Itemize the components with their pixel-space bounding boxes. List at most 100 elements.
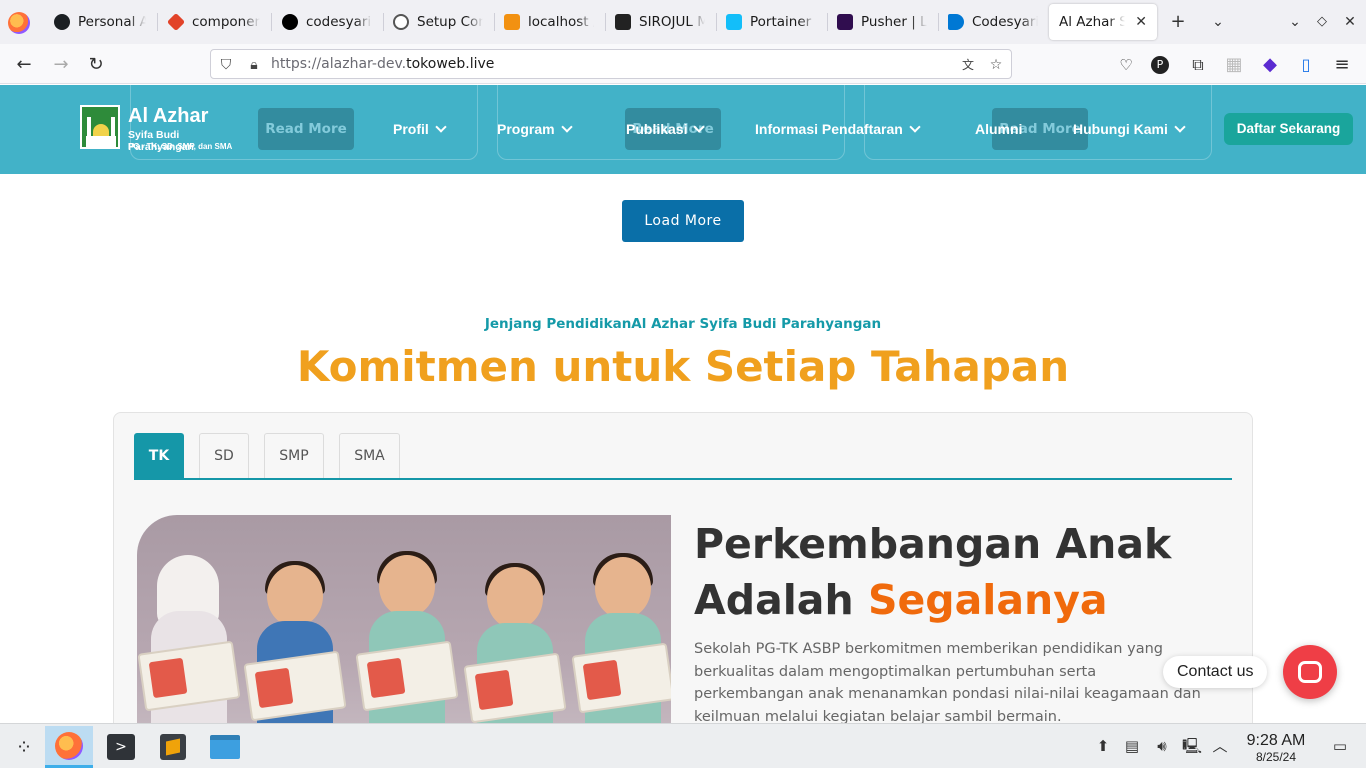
system-clock[interactable]: 9:28 AM 8/25/24 — [1240, 732, 1312, 764]
pusher-icon — [837, 14, 853, 30]
list-all-tabs-icon[interactable]: ⌄ — [1208, 12, 1228, 32]
nav-hubungi-kami[interactable]: Hubungi Kami — [1073, 121, 1187, 137]
nav-label: Hubungi Kami — [1073, 121, 1168, 137]
browser-tab[interactable]: Setup Cont — [383, 4, 493, 40]
tab-label: Pusher | L — [861, 14, 927, 30]
site-header: Read More Read More Read More Al Azhar S… — [0, 85, 1366, 174]
browser-tab-strip: Personal A componen codesyaria Setup Con… — [0, 0, 1366, 44]
section-eyebrow: Jenjang PendidikanAl Azhar Syifa Budi Pa… — [484, 316, 882, 332]
network-icon[interactable]: 🖳︎ — [1182, 736, 1202, 756]
application-launcher-icon[interactable]: ⁘ — [0, 726, 48, 768]
browser-tab[interactable]: Pusher | L — [827, 4, 937, 40]
feature-title-line1: Perkembangan Anak — [694, 520, 1172, 568]
tab-sma[interactable]: SMA — [339, 433, 400, 478]
firefox-icon[interactable] — [45, 726, 93, 768]
terminal-icon[interactable]: > — [97, 726, 145, 768]
ghost-read-more-button[interactable]: Read More — [258, 108, 354, 150]
web-page: Read More Read More Read More Al Azhar S… — [0, 85, 1366, 723]
firefox-view-icon[interactable] — [8, 12, 30, 34]
browser-tab[interactable]: codesyaria — [272, 4, 382, 40]
nav-publikasi[interactable]: Publikasi — [626, 121, 706, 137]
nav-label: Informasi Pendaftaran — [755, 121, 903, 137]
address-bar[interactable]: ⛉ 🔒︎ https://alazhar-dev.tokoweb.live 文 … — [210, 49, 1012, 79]
tab-label: Codesyaria — [972, 14, 1038, 30]
sublime-text-icon[interactable] — [149, 726, 197, 768]
tab-label: codesyaria — [306, 14, 372, 30]
contact-us-label[interactable]: Contact us — [1163, 656, 1268, 688]
portainer-icon — [726, 14, 742, 30]
hamburger-menu-icon[interactable]: ≡ — [1331, 54, 1353, 76]
minimize-window-icon[interactable]: ⌄ — [1285, 12, 1305, 32]
padlock-icon[interactable]: 🔒︎ — [245, 56, 263, 74]
education-level-panel: TK SD SMP SMA Perkembangan Anak Adalah S… — [113, 412, 1253, 723]
restore-window-icon[interactable]: ◇ — [1312, 12, 1332, 32]
url-text[interactable]: https://alazhar-dev.tokoweb.live — [271, 56, 494, 72]
nav-informasi-pendaftaran[interactable]: Informasi Pendaftaran — [755, 121, 922, 137]
forward-arrow-icon[interactable]: → — [50, 54, 72, 76]
tracking-shield-icon[interactable]: ⛉ — [217, 56, 235, 74]
mosque-emblem-icon — [80, 105, 120, 149]
phpmyadmin-icon — [504, 14, 520, 30]
back-arrow-icon[interactable]: ← — [13, 54, 35, 76]
browser-tab[interactable]: Codesyaria — [938, 4, 1048, 40]
tab-sd[interactable]: SD — [199, 433, 249, 478]
chat-bubble-icon — [1298, 661, 1322, 683]
grid-extension-icon[interactable]: ▦ — [1223, 54, 1245, 76]
daftar-sekarang-button[interactable]: Daftar Sekarang — [1224, 113, 1353, 145]
clock-date: 8/25/24 — [1255, 750, 1297, 764]
close-tab-icon[interactable]: ✕ — [1135, 14, 1147, 30]
browser-tab[interactable]: Personal A — [44, 4, 156, 40]
feature-title-highlight: Segalanya — [867, 576, 1108, 624]
openai-icon — [393, 14, 409, 30]
reload-icon[interactable]: ↻ — [85, 54, 107, 76]
nav-label: Alumni — [975, 121, 1023, 137]
profile-p-icon[interactable]: P — [1151, 56, 1169, 74]
translate-icon[interactable]: 文 — [959, 56, 977, 74]
clock-time: 9:28 AM — [1246, 732, 1306, 749]
browser-tab[interactable]: localhost / — [494, 4, 604, 40]
extension-badge-icon[interactable]: ◆ — [1259, 54, 1281, 76]
close-window-icon[interactable]: ✕ — [1340, 12, 1360, 32]
tab-label: Al Azhar Syif — [1059, 14, 1126, 30]
contact-chat-button[interactable] — [1283, 645, 1337, 699]
browser-tab[interactable]: SIROJUL M — [605, 4, 715, 40]
nav-alumni[interactable]: Alumni — [975, 121, 1022, 137]
browser-tab[interactable]: Portainer | — [716, 4, 826, 40]
chevron-down-icon — [693, 121, 706, 133]
vercel-icon — [282, 14, 298, 30]
new-tab-icon[interactable]: + — [1168, 12, 1188, 32]
bookmark-star-icon[interactable]: ☆ — [987, 56, 1005, 74]
update-notifier-icon[interactable]: ⬆ — [1093, 736, 1113, 756]
browser-tab-active[interactable]: Al Azhar Syif ✕ — [1049, 4, 1157, 40]
tab-tk[interactable]: TK — [134, 433, 184, 478]
feature-description: Sekolah PG-TK ASBP berkomitmen memberika… — [694, 641, 1201, 723]
file-manager-icon[interactable] — [201, 726, 249, 768]
nav-program[interactable]: Program — [497, 121, 574, 137]
clipboard-icon[interactable]: ▤ — [1122, 736, 1142, 756]
desktop-taskbar: ⁘ > ⬆ ▤ 🔊︎ 🖳︎ ︿ 9:28 AM 8/25/24 ▭ — [0, 723, 1366, 768]
school-logo[interactable]: Al Azhar Syifa Budi Parahyangan PG - TK,… — [80, 105, 240, 153]
feature-title: Perkembangan Anak Adalah Segalanya — [694, 516, 1214, 628]
show-hidden-icons-chevron-icon[interactable]: ︿ — [1210, 736, 1230, 756]
tab-label: localhost / — [528, 14, 594, 30]
nav-profil[interactable]: Profil — [393, 121, 448, 137]
azure-devops-icon — [948, 14, 964, 30]
section-headline: Komitmen untuk Setiap Tahapan — [296, 342, 1070, 391]
tab-smp[interactable]: SMP — [264, 433, 324, 478]
container-tabs-icon[interactable]: ▯ — [1295, 54, 1317, 76]
nav-label: Profil — [393, 121, 429, 137]
chevron-down-icon — [435, 121, 447, 133]
nav-label: Publikasi — [626, 121, 688, 137]
browser-navigation-bar: ← → ↻ ⛉ 🔒︎ https://alazhar-dev.tokoweb.l… — [0, 44, 1366, 84]
show-desktop-icon[interactable]: ▭ — [1330, 736, 1350, 756]
browser-tab[interactable]: componen — [158, 4, 270, 40]
level-tabs: TK SD SMP SMA — [134, 433, 1232, 480]
tab-label: componen — [192, 14, 260, 30]
chevron-down-icon — [1174, 121, 1186, 133]
extensions-puzzle-icon[interactable]: ⧉ — [1187, 54, 1209, 76]
feature-title-line2: Adalah — [694, 576, 868, 624]
load-more-button[interactable]: Load More — [622, 200, 744, 242]
volume-icon[interactable]: 🔊︎ — [1152, 736, 1172, 756]
gitlab-icon — [166, 12, 186, 32]
pocket-icon[interactable]: ♡ — [1115, 54, 1137, 76]
